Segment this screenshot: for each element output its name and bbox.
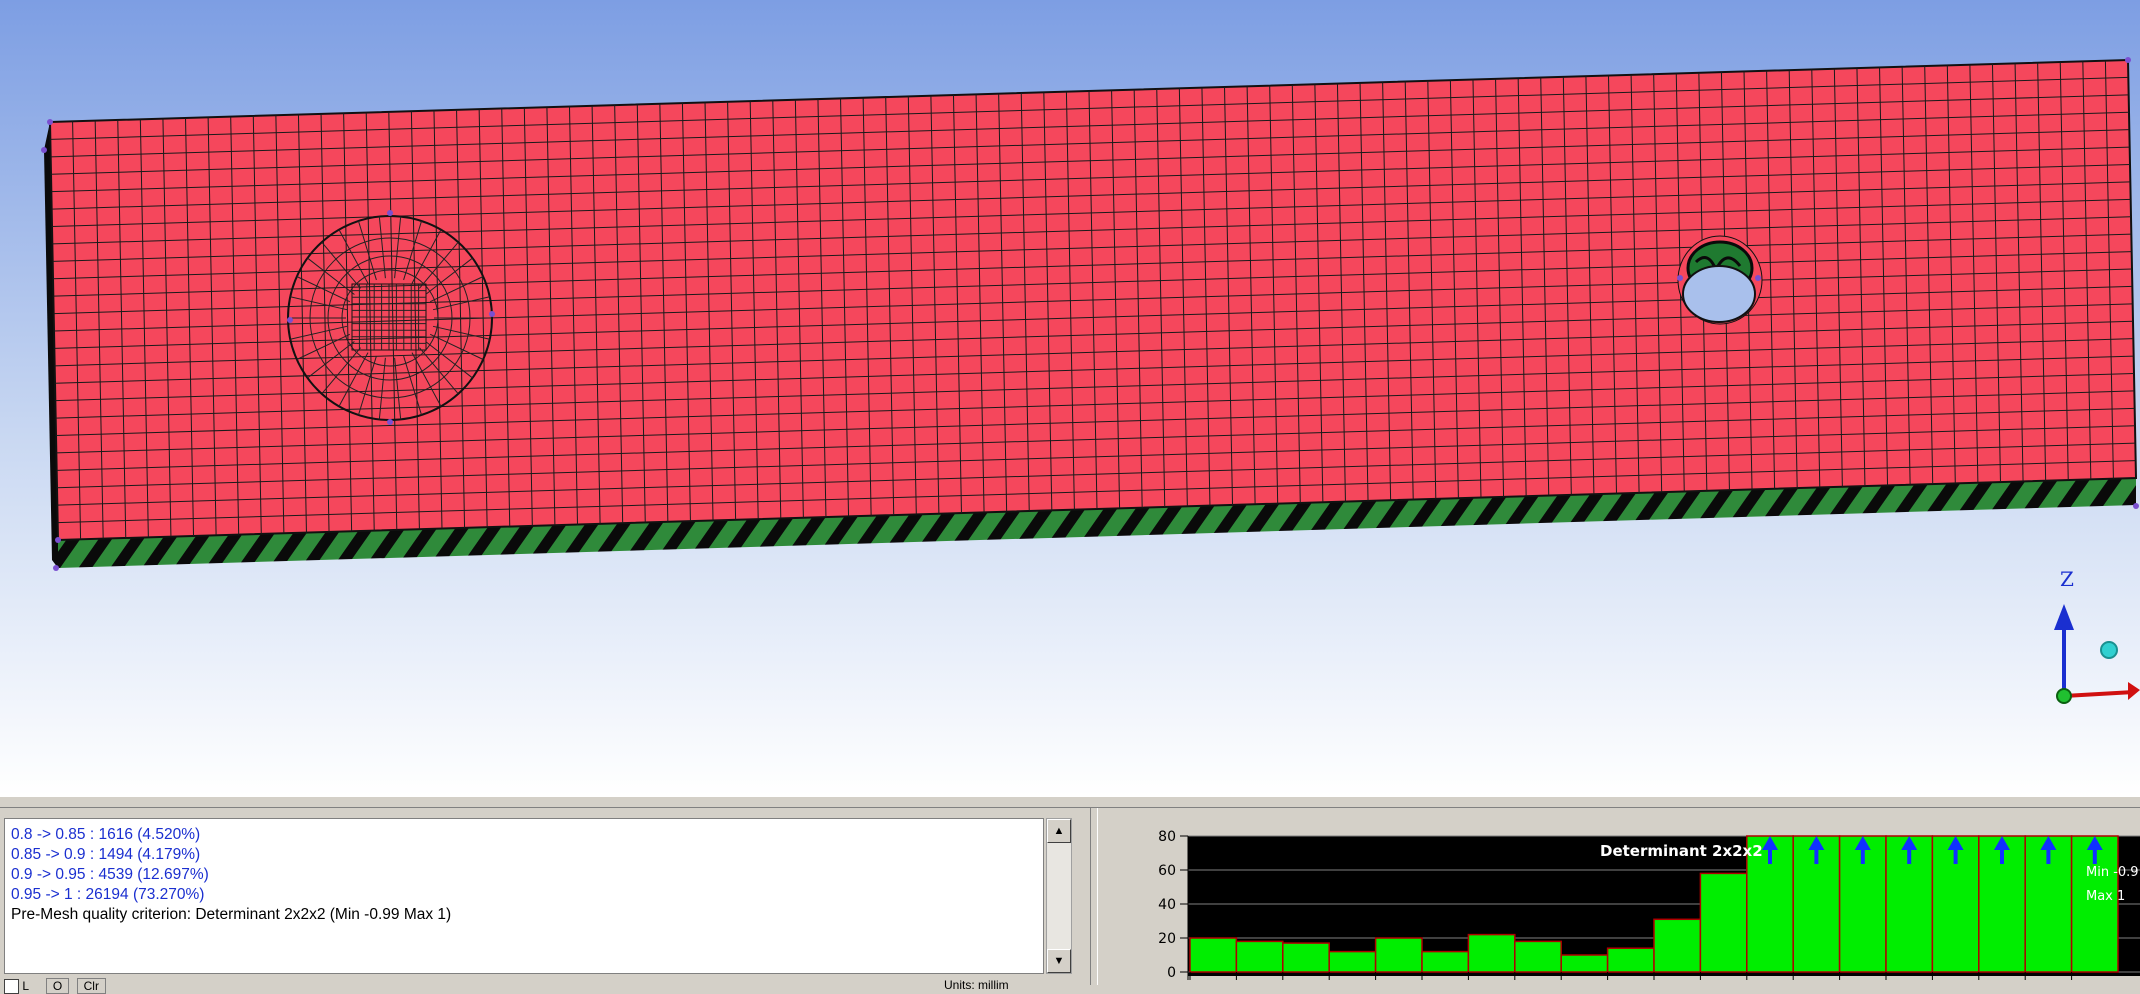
message-log[interactable]: 0.8 -> 0.85 : 1616 (4.520%) 0.85 -> 0.9 … — [4, 818, 1044, 974]
histogram-title: Determinant 2x2x2 — [1600, 842, 1763, 860]
log-line: Pre-Mesh quality criterion: Determinant … — [11, 906, 452, 923]
panel-separator[interactable] — [1090, 808, 1098, 985]
z-axis-label: Z — [2060, 567, 2074, 591]
quality-histogram-panel: 0 20 40 60 80 Determinant 2x2x2 Min -0.9 Max… — [1098, 808, 2140, 985]
histogram-min-label: Min -0.9 — [2086, 865, 2139, 880]
arrow-up-icon: ▲ — [1053, 825, 1065, 837]
log-option-label: L — [22, 979, 29, 993]
y-tick-label: 60 — [1158, 863, 1176, 879]
histogram-bar[interactable] — [1560, 954, 1609, 973]
log-option-button[interactable]: O — [45, 978, 70, 994]
histogram-bar[interactable] — [1282, 942, 1330, 973]
histogram-bar[interactable] — [1189, 937, 1238, 973]
scroll-down-button[interactable]: ▼ — [1047, 949, 1071, 973]
axis-triad: Z — [2054, 567, 2140, 704]
log-line: 0.9 -> 0.95 : 4539 (12.697%) — [11, 866, 209, 883]
histogram-bar[interactable] — [1235, 940, 1284, 973]
log-line: 0.8 -> 0.85 : 1616 (4.520%) — [11, 826, 201, 843]
message-panel: 0.8 -> 0.85 : 1616 (4.520%) 0.85 -> 0.9 … — [0, 808, 1090, 994]
mesh-view[interactable]: Z — [0, 0, 2140, 796]
arrow-down-icon: ▼ — [1053, 955, 1065, 967]
y-tick-label: 80 — [1158, 829, 1176, 845]
histogram-bar[interactable] — [1514, 940, 1562, 973]
clear-log-button[interactable]: Clr — [76, 978, 106, 994]
log-line: 0.95 -> 1 : 26194 (73.270%) — [11, 886, 205, 903]
graphics-viewport[interactable]: Z — [0, 0, 2140, 796]
histogram-bar[interactable] — [1421, 950, 1470, 973]
scroll-up-button[interactable]: ▲ — [1047, 819, 1071, 843]
hole — [1677, 235, 1763, 325]
histogram-bar[interactable] — [1699, 872, 1748, 973]
log-checkbox[interactable] — [4, 979, 19, 994]
units-label: Units: millim — [944, 978, 1009, 992]
y-tick-label: 20 — [1158, 931, 1176, 947]
log-toolbar: L O Clr Units: millim — [4, 978, 1009, 994]
histogram-bar[interactable] — [1653, 918, 1702, 973]
histogram-bar[interactable] — [1606, 947, 1655, 973]
y-tick-label: 40 — [1158, 897, 1176, 913]
histogram-max-label: Max 1 — [2086, 889, 2125, 904]
y-tick-label: 0 — [1167, 965, 1176, 981]
histogram-bar[interactable] — [1374, 937, 1423, 973]
histogram-bar[interactable] — [1467, 933, 1516, 973]
log-line: 0.85 -> 0.9 : 1494 (4.179%) — [11, 846, 201, 863]
quality-histogram[interactable]: 0 20 40 60 80 Determinant 2x2x2 Min -0.9 Max… — [1098, 808, 2140, 985]
panel-splitter[interactable] — [0, 796, 2140, 808]
log-scrollbar[interactable]: ▲ ▼ — [1046, 818, 1072, 974]
histogram-bar[interactable] — [1328, 950, 1377, 973]
